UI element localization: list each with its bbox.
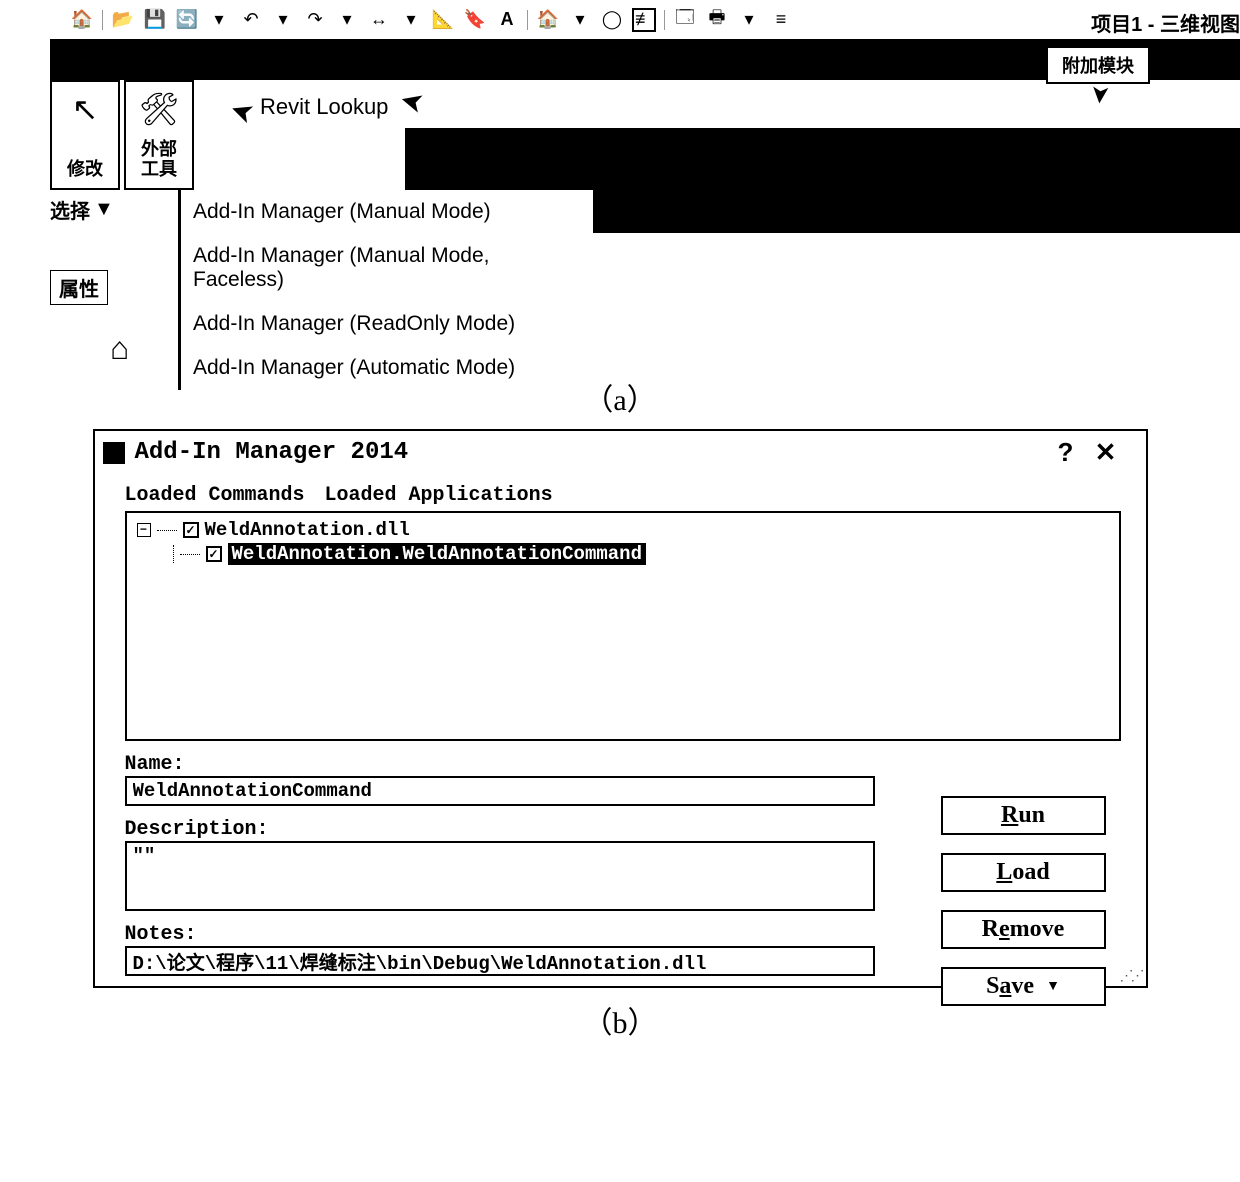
chevron-down-icon: ▼ (1046, 979, 1060, 995)
chevron-down-icon: ▼ (94, 198, 114, 221)
name-label: Name: (125, 753, 1121, 776)
checkbox-icon[interactable]: ✓ (183, 522, 199, 538)
collapse-icon[interactable]: − (137, 523, 151, 537)
tree-child-node[interactable]: ✓ WeldAnnotation.WeldAnnotationCommand (173, 543, 1109, 565)
switch-windows-icon[interactable]: 🖶 (705, 8, 729, 32)
dropdown-icon[interactable]: ▾ (271, 8, 295, 32)
house-icon: ⌂ (110, 330, 129, 367)
cursor-icon: ↖ (72, 90, 99, 128)
undo-icon[interactable]: ↶ (239, 8, 263, 32)
command-tree[interactable]: − ✓ WeldAnnotation.dll ✓ WeldAnnotation.… (125, 511, 1121, 741)
notes-input[interactable] (125, 946, 875, 976)
revit-lookup-label: Revit Lookup (260, 94, 388, 120)
customize-icon[interactable]: ≡ (769, 8, 793, 32)
arrow-icon: ➤ (1085, 83, 1116, 106)
dropdown-icon[interactable]: ▾ (568, 8, 592, 32)
section-icon[interactable]: ◯ (600, 8, 624, 32)
text-icon[interactable]: A (495, 8, 519, 32)
tree-child-label: WeldAnnotation.WeldAnnotationCommand (228, 543, 646, 565)
tag-icon[interactable]: 🔖 (463, 8, 487, 32)
measure-icon[interactable]: ↔ (367, 8, 391, 32)
sync-icon[interactable]: 🔄 (175, 8, 199, 32)
modify-button[interactable]: ↖ 修改 (50, 80, 120, 190)
dropdown-icon[interactable]: ▾ (207, 8, 231, 32)
revit-ui-panel: 🏠 📂 💾 🔄 ▾ ↶ ▾ ↷ ▾ ↔ ▾ 📐 🔖 A 🏠 ▾ ◯ ≢ 🗔 🖶 … (50, 0, 1240, 365)
addin-manager-dialog: Add-In Manager 2014 ? ✕ Loaded Commands … (93, 429, 1148, 988)
redo-icon[interactable]: ↷ (303, 8, 327, 32)
dialog-tabs: Loaded Commands Loaded Applications (125, 484, 1121, 507)
external-tools-button[interactable]: 🛠 外部 工具 (124, 80, 194, 190)
properties-panel-label: 属性 (50, 270, 108, 305)
close-hidden-icon[interactable]: 🗔 (673, 8, 697, 32)
menu-item-readonly[interactable]: Add-In Manager (ReadOnly Mode) (181, 302, 593, 346)
dialog-titlebar: Add-In Manager 2014 ? ✕ (95, 431, 1146, 474)
select-panel-label[interactable]: 选择 ▼ (50, 195, 114, 224)
ribbon-panel: ↖ 修改 🛠 外部 工具 (50, 80, 198, 190)
tree-root-node[interactable]: − ✓ WeldAnnotation.dll (137, 519, 1109, 541)
run-button[interactable]: Run (941, 796, 1106, 835)
dropdown-icon[interactable]: ▾ (737, 8, 761, 32)
close-button[interactable]: ✕ (1086, 437, 1126, 468)
arrow-icon: ➤ (225, 93, 258, 132)
menu-item-manual[interactable]: Add-In Manager (Manual Mode) (181, 190, 593, 234)
checkbox-icon[interactable]: ✓ (206, 546, 222, 562)
external-tools-dropdown: Add-In Manager (Manual Mode) Add-In Mana… (178, 190, 593, 390)
save-button[interactable]: Save▼ (941, 967, 1106, 1006)
load-button[interactable]: Load (941, 853, 1106, 892)
dropdown-icon[interactable]: ▾ (399, 8, 423, 32)
document-title: 项目1 - 三维视图: {三 (1091, 8, 1240, 37)
quick-access-toolbar: 🏠 📂 💾 🔄 ▾ ↶ ▾ ↷ ▾ ↔ ▾ 📐 🔖 A 🏠 ▾ ◯ ≢ 🗔 🖶 … (50, 0, 1240, 40)
resize-grip-icon[interactable]: ⋰⋰ (1120, 967, 1142, 984)
tab-loaded-applications[interactable]: Loaded Applications (325, 484, 553, 507)
home-icon[interactable]: 🏠 (70, 8, 94, 32)
tree-root-label: WeldAnnotation.dll (205, 519, 410, 541)
dropdown-icon[interactable]: ▾ (335, 8, 359, 32)
thinlines-icon[interactable]: ≢ (632, 8, 656, 32)
help-button[interactable]: ? (1046, 437, 1086, 468)
arrow-icon: ➤ (396, 84, 427, 122)
description-input[interactable] (125, 841, 875, 911)
tab-loaded-commands[interactable]: Loaded Commands (125, 484, 305, 507)
default3d-icon[interactable]: 🏠 (536, 8, 560, 32)
menu-item-automatic[interactable]: Add-In Manager (Automatic Mode) (181, 346, 593, 390)
remove-button[interactable]: Remove (941, 910, 1106, 949)
button-column: Run Load Remove Save▼ (941, 796, 1106, 1006)
open-icon[interactable]: 📂 (111, 8, 135, 32)
dimension-icon[interactable]: 📐 (431, 8, 455, 32)
tools-icon: 🛠 (139, 90, 180, 128)
ribbon-tab-addins[interactable]: 附加模块 (1046, 46, 1150, 84)
dialog-title: Add-In Manager 2014 (135, 439, 1046, 466)
app-icon (103, 442, 125, 464)
name-input[interactable] (125, 776, 875, 806)
menu-item-faceless[interactable]: Add-In Manager (Manual Mode, Faceless) (181, 234, 593, 302)
save-icon[interactable]: 💾 (143, 8, 167, 32)
